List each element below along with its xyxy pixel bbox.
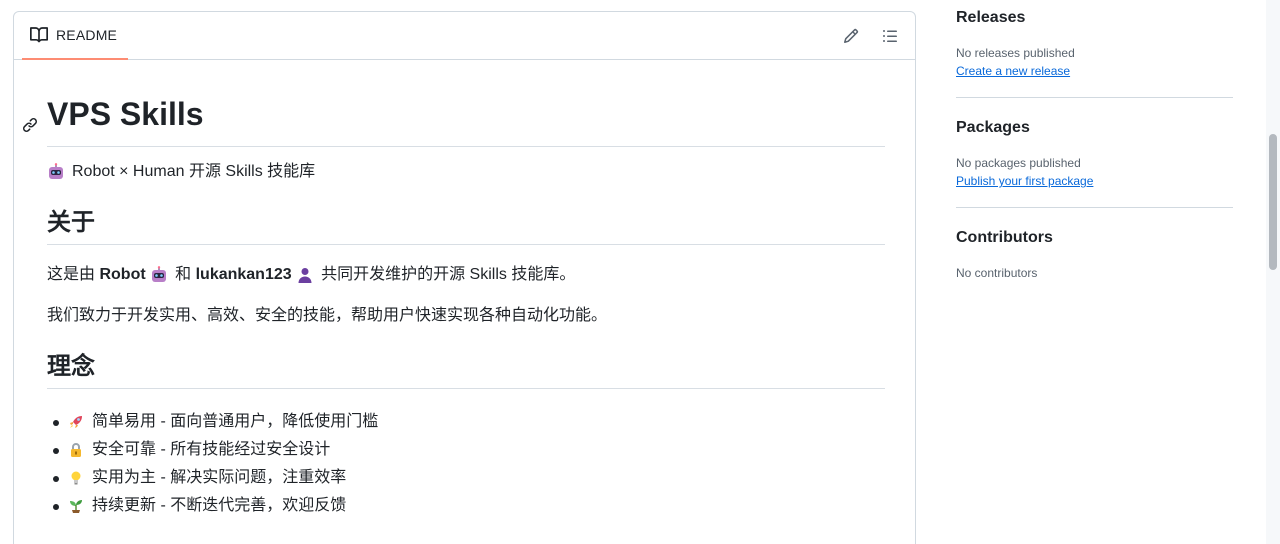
readme-title: VPS Skills <box>47 94 885 147</box>
robot-icon <box>47 163 65 181</box>
tagline-text: Robot × Human 开源 Skills 技能库 <box>72 163 316 180</box>
contributors-status: No contributors <box>956 266 1038 280</box>
readme-header: README <box>14 12 915 60</box>
lightbulb-icon <box>67 469 85 487</box>
principle-text: 实用为主 - 解决实际问题，注重效率 <box>92 469 347 486</box>
releases-title[interactable]: Releases <box>956 8 1233 28</box>
book-icon <box>30 26 48 44</box>
principles-list: 简单易用 - 面向普通用户，降低使用门槛 安全可靠 - 所有技能经过安全设计 实… <box>52 408 379 520</box>
scrollbar-track[interactable] <box>1266 0 1280 544</box>
sidebar-divider <box>956 207 1233 208</box>
person-icon <box>296 266 314 284</box>
packages-section: Packages No packages published Publish y… <box>956 118 1233 190</box>
pencil-icon <box>843 28 859 44</box>
edit-readme-button[interactable] <box>840 25 862 47</box>
list-item: 实用为主 - 解决实际问题，注重效率 <box>52 464 378 492</box>
list-item: 简单易用 - 面向普通用户，降低使用门槛 <box>52 408 379 436</box>
user-name: lukankan123 <box>195 266 292 283</box>
principle-text: 安全可靠 - 所有技能经过安全设计 <box>92 441 331 458</box>
packages-status: No packages published <box>956 156 1081 170</box>
link-anchor-icon[interactable] <box>22 117 38 133</box>
readme-tab[interactable]: README <box>22 12 128 60</box>
about-paragraph-1: 这是由 Robot 和 lukankan123 共同开发维护的开源 Skills… <box>47 263 575 287</box>
idea-heading: 理念 <box>47 352 885 389</box>
list-item: 安全可靠 - 所有技能经过安全设计 <box>52 436 378 464</box>
about-heading: 关于 <box>47 208 885 245</box>
robot-icon <box>150 266 168 284</box>
robot-name: Robot <box>99 266 146 283</box>
releases-section: Releases No releases published Create a … <box>956 8 1233 80</box>
releases-status: No releases published <box>956 46 1075 60</box>
about-suffix: 共同开发维护的开源 Skills 技能库。 <box>321 266 576 283</box>
about-and: 和 <box>175 266 192 283</box>
readme-tab-label: README <box>56 27 118 43</box>
about-paragraph-2: 我们致力于开发实用、高效、安全的技能，帮助用户快速实现各种自动化功能。 <box>47 307 608 324</box>
table-of-contents-button[interactable] <box>879 25 901 47</box>
publish-package-link[interactable]: Publish your first package <box>956 172 1233 190</box>
contributors-title[interactable]: Contributors <box>956 228 1233 248</box>
scrollbar-thumb[interactable] <box>1269 134 1277 270</box>
readme-card: README VPS Skills Robot × Human 开源 Skill… <box>13 11 916 544</box>
seedling-icon <box>67 497 85 515</box>
principle-text: 简单易用 - 面向普通用户，降低使用门槛 <box>92 413 379 430</box>
about-prefix: 这是由 <box>47 266 96 283</box>
lock-icon <box>67 441 85 459</box>
sidebar-divider <box>956 97 1233 98</box>
list-item: 持续更新 - 不断迭代完善，欢迎反馈 <box>52 492 378 520</box>
rocket-icon <box>67 413 85 431</box>
contributors-section: Contributors No contributors <box>956 228 1233 282</box>
packages-title[interactable]: Packages <box>956 118 1233 138</box>
create-release-link[interactable]: Create a new release <box>956 62 1233 80</box>
principle-text: 持续更新 - 不断迭代完善，欢迎反馈 <box>92 497 347 514</box>
tagline: Robot × Human 开源 Skills 技能库 <box>47 160 315 184</box>
list-icon <box>883 30 897 42</box>
